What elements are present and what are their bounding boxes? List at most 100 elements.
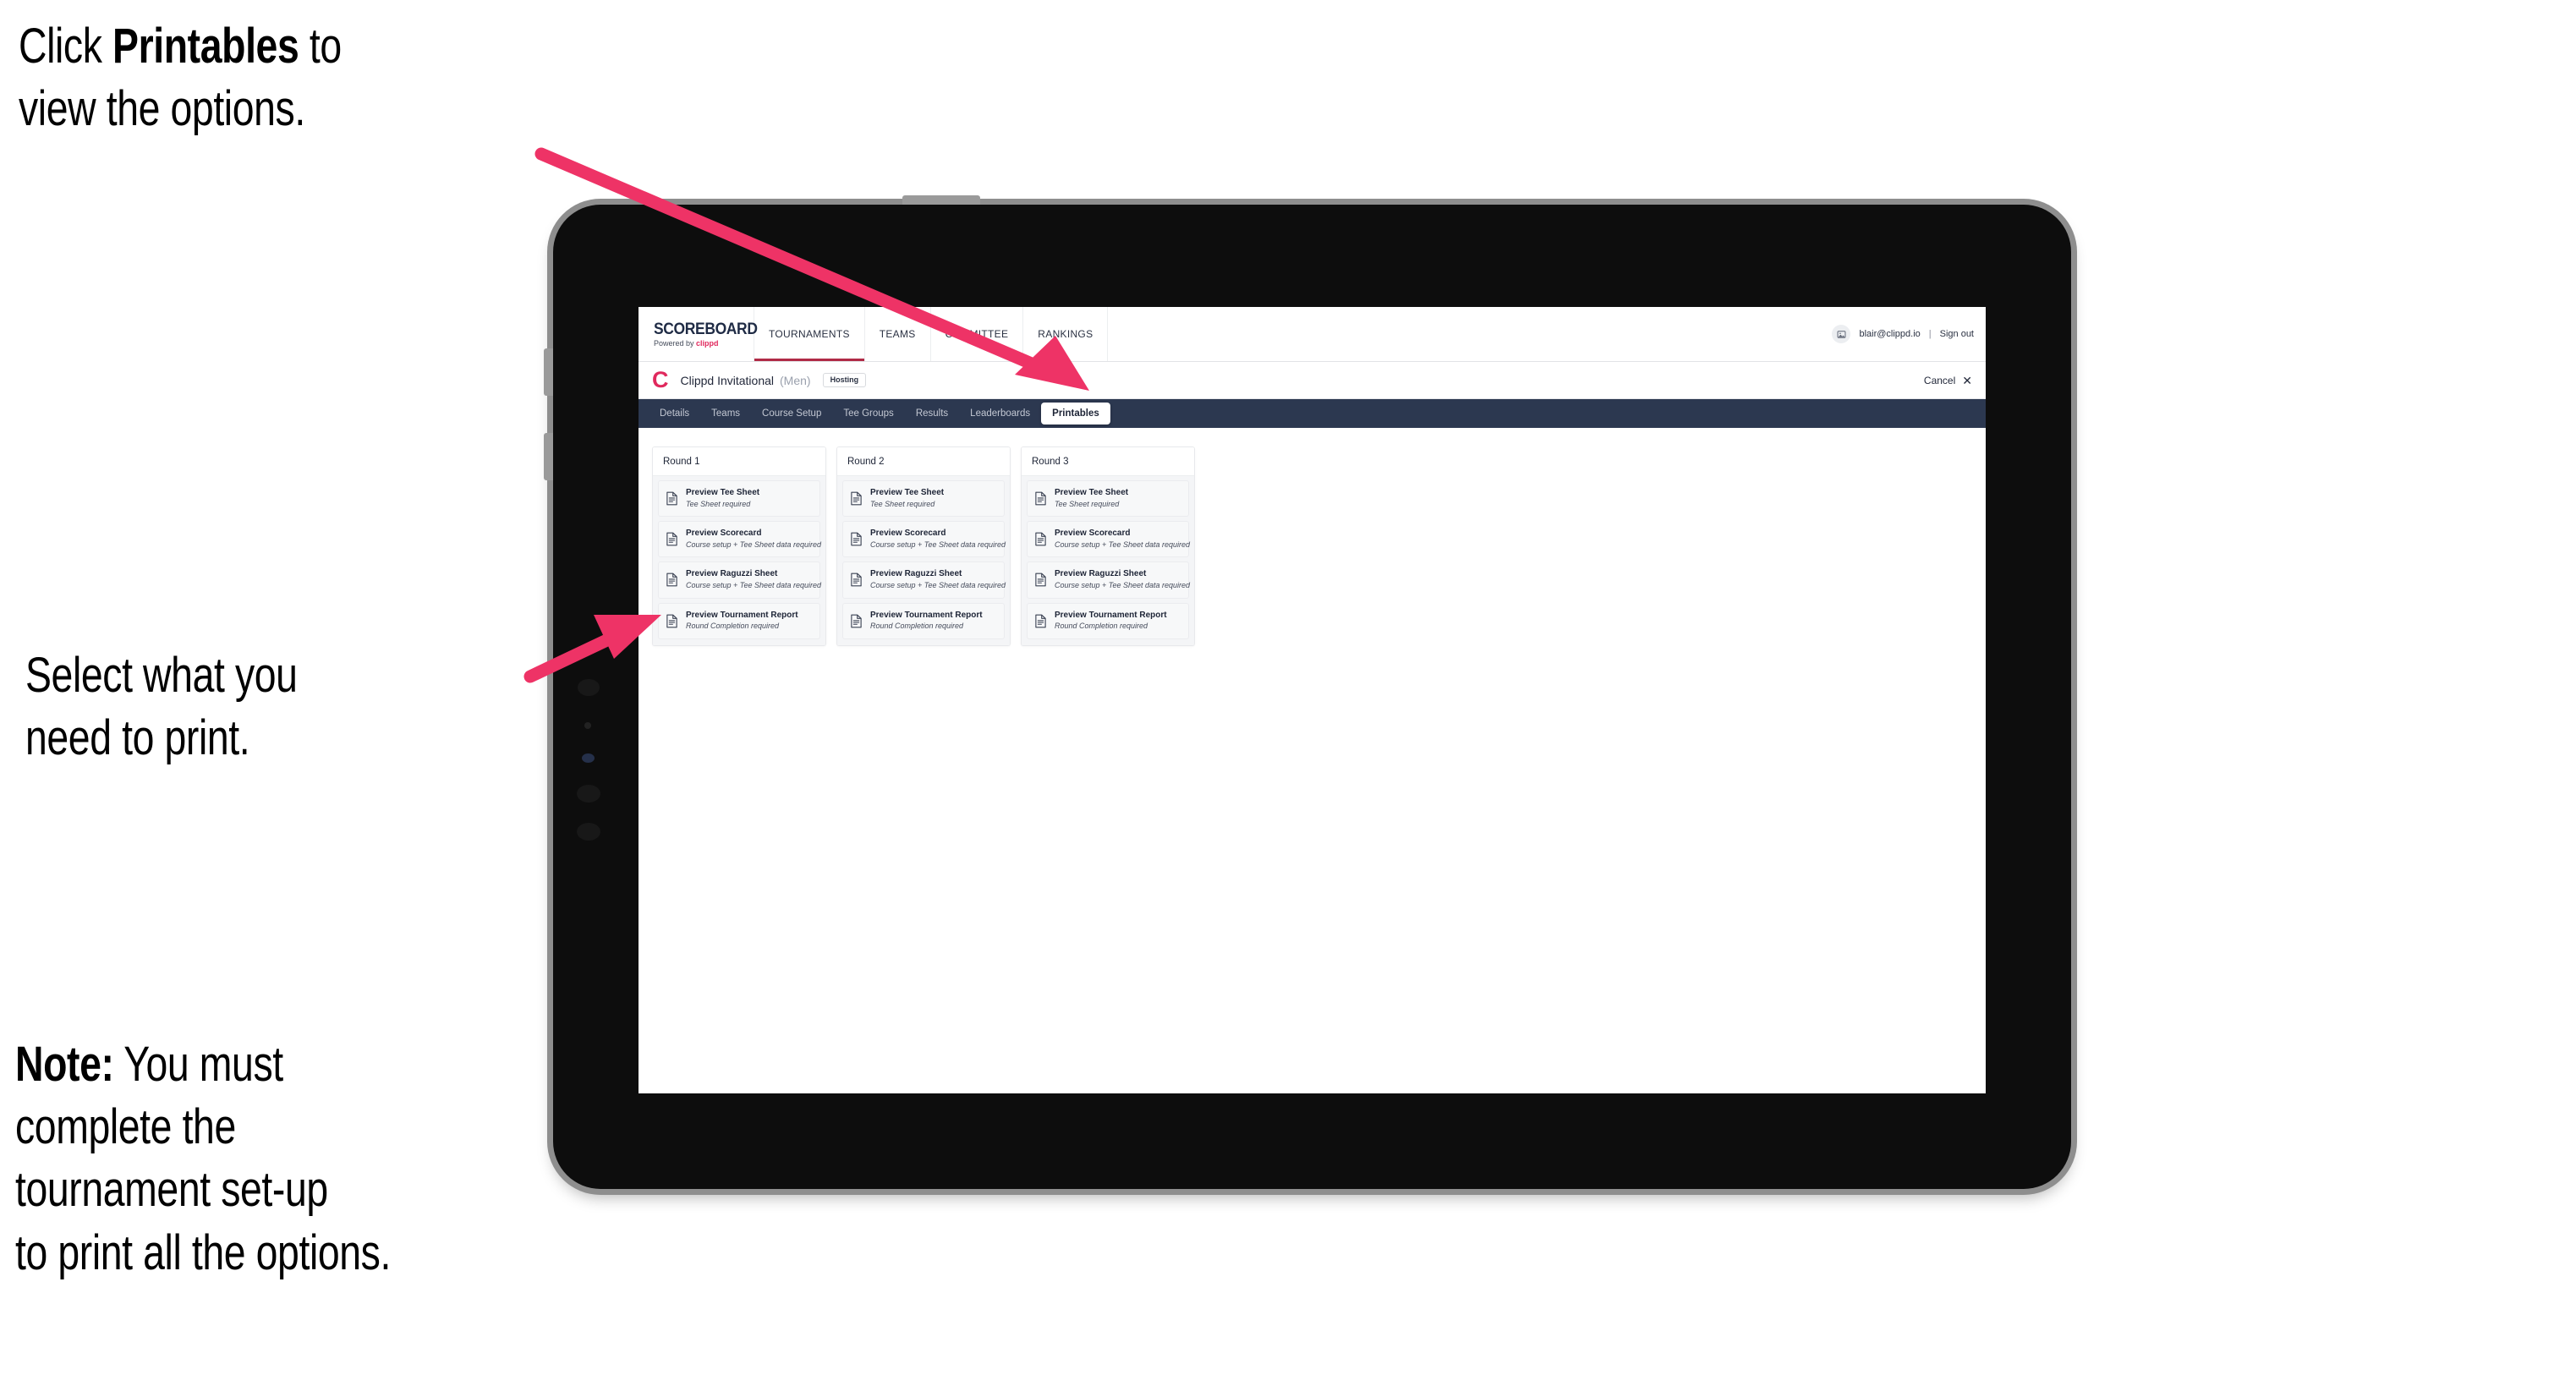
print-item-scorecard[interactable]: Preview Scorecard Course setup + Tee She…: [1027, 521, 1190, 558]
print-item-text: Preview Scorecard Course setup + Tee She…: [1055, 529, 1190, 550]
print-item-text: Preview Tee Sheet Tee Sheet required: [870, 488, 944, 509]
print-item-scorecard[interactable]: Preview Scorecard Course setup + Tee She…: [658, 521, 821, 558]
tab-teams[interactable]: Teams: [700, 403, 751, 425]
device-speaker-hole-top: [578, 679, 600, 696]
print-item-scorecard[interactable]: Preview Scorecard Course setup + Tee She…: [842, 521, 1006, 558]
annotation-note: Note: You must complete the tournament s…: [15, 1033, 391, 1285]
tab-details[interactable]: Details: [649, 403, 700, 425]
tab-results[interactable]: Results: [905, 403, 959, 425]
print-item-title: Preview Raguzzi Sheet: [1055, 569, 1147, 579]
tournament-gender: (Men): [780, 373, 811, 387]
nav-item-teams[interactable]: TEAMS: [865, 307, 931, 361]
print-item-raguzzi-sheet[interactable]: Preview Raguzzi Sheet Course setup + Tee…: [658, 562, 822, 599]
print-item-raguzzi-sheet[interactable]: Preview Raguzzi Sheet Course setup + Tee…: [842, 562, 1006, 599]
device-speaker-hole-middle: [577, 785, 600, 803]
top-navigation-bar: SCOREBOARD Powered by clippd TOURNAMENTS…: [639, 307, 1986, 362]
print-item-tournament-report[interactable]: Preview Tournament Report Round Completi…: [658, 602, 820, 639]
device-top-button[interactable]: [902, 195, 980, 205]
annotation-3-bold: Note:: [15, 1037, 114, 1092]
tab-printables[interactable]: Printables: [1041, 403, 1110, 425]
device-side-button-upper[interactable]: [544, 348, 553, 396]
document-icon: [666, 532, 678, 546]
cancel-label: Cancel: [1923, 374, 1956, 386]
print-item-title: Preview Tee Sheet: [870, 488, 945, 497]
cancel-button[interactable]: Cancel ✕: [1924, 375, 1972, 386]
print-item-tee-sheet[interactable]: Preview Tee Sheet Tee Sheet required: [658, 480, 820, 518]
tab-tee-groups[interactable]: Tee Groups: [832, 403, 904, 425]
print-item-title: Preview Scorecard: [1055, 529, 1131, 539]
tournament-subheader: C Clippd Invitational (Men) Hosting Canc…: [639, 362, 1986, 399]
top-nav-items: TOURNAMENTS TEAMS COMMITTEE RANKINGS: [754, 307, 1109, 361]
document-icon: [850, 532, 863, 546]
round-3-items: Preview Tee Sheet Tee Sheet required Pre…: [1022, 476, 1194, 645]
document-icon: [850, 491, 863, 506]
sign-out-link[interactable]: Sign out: [1940, 329, 1974, 339]
round-1-header: Round 1: [653, 447, 825, 476]
annotation-1-bold: Printables: [112, 19, 299, 74]
account-area: blair@clippd.io | Sign out: [1832, 307, 1986, 361]
device-speaker-hole-bottom: [577, 823, 600, 841]
device-pinhole: [584, 722, 591, 729]
nav-item-committee[interactable]: COMMITTEE: [931, 307, 1024, 361]
round-column-3: Round 3 Preview Tee Sheet Tee Sheet requ…: [1021, 446, 1195, 646]
print-item-tournament-report[interactable]: Preview Tournament Report Round Completi…: [842, 602, 1005, 639]
scoreboard-logo[interactable]: SCOREBOARD Powered by clippd: [639, 307, 758, 361]
print-item-text: Preview Tournament Report Round Completi…: [870, 611, 983, 632]
tablet-device-frame: SCOREBOARD Powered by clippd TOURNAMENTS…: [544, 195, 2071, 1189]
round-3-header: Round 3: [1022, 447, 1194, 476]
hosting-badge: Hosting: [822, 373, 867, 387]
print-item-title: Preview Tournament Report: [870, 610, 983, 620]
document-icon: [1034, 532, 1047, 546]
print-item-raguzzi-sheet[interactable]: Preview Raguzzi Sheet Course setup + Tee…: [1027, 562, 1190, 599]
print-item-text: Preview Scorecard Course setup + Tee She…: [686, 529, 821, 550]
round-2-header: Round 2: [837, 447, 1010, 476]
annotation-click-printables: Click Printables to view the options.: [19, 15, 342, 140]
document-icon: [1034, 614, 1047, 628]
brand-subtitle: Powered by clippd: [654, 338, 745, 348]
print-item-requirement: Tee Sheet required: [686, 499, 751, 508]
document-icon: [666, 572, 678, 587]
device-side-button-lower[interactable]: [544, 433, 553, 480]
round-column-1: Round 1 Preview Tee Sheet Tee Sheet requ…: [652, 446, 826, 646]
tournament-tabs-bar: Details Teams Course Setup Tee Groups Re…: [639, 399, 1986, 428]
print-item-requirement: Course setup + Tee Sheet data required: [1055, 580, 1191, 589]
print-item-title: Preview Scorecard: [870, 529, 946, 539]
print-item-text: Preview Scorecard Course setup + Tee She…: [870, 529, 1006, 550]
print-item-tee-sheet[interactable]: Preview Tee Sheet Tee Sheet required: [1027, 480, 1189, 518]
print-item-requirement: Course setup + Tee Sheet data required: [686, 540, 822, 549]
powered-by-text: Powered by: [654, 338, 697, 348]
document-icon: [850, 614, 863, 628]
print-item-text: Preview Raguzzi Sheet Course setup + Tee…: [1055, 569, 1190, 590]
nav-item-tournaments[interactable]: TOURNAMENTS: [754, 307, 865, 361]
nav-item-rankings[interactable]: RANKINGS: [1023, 307, 1109, 361]
device-camera-icon: [582, 753, 595, 763]
print-item-title: Preview Tee Sheet: [686, 488, 760, 497]
printables-content: Round 1 Preview Tee Sheet Tee Sheet requ…: [639, 428, 1986, 646]
close-icon: ✕: [1962, 373, 1972, 387]
annotation-select-what-to-print: Select what you need to print.: [25, 648, 298, 766]
print-item-text: Preview Tee Sheet Tee Sheet required: [686, 488, 759, 509]
account-separator: |: [1928, 329, 1932, 339]
print-item-text: Preview Tournament Report Round Completi…: [686, 611, 798, 632]
print-item-tournament-report[interactable]: Preview Tournament Report Round Completi…: [1027, 602, 1189, 639]
print-item-tee-sheet[interactable]: Preview Tee Sheet Tee Sheet required: [842, 480, 1005, 518]
print-item-title: Preview Tournament Report: [686, 610, 798, 620]
print-item-requirement: Round Completion required: [686, 622, 780, 631]
annotation-1-prefix: Click: [19, 19, 113, 74]
print-item-requirement: Round Completion required: [1055, 622, 1148, 631]
print-item-requirement: Course setup + Tee Sheet data required: [686, 580, 822, 589]
round-2-items: Preview Tee Sheet Tee Sheet required Pre…: [837, 476, 1010, 645]
document-icon: [1034, 491, 1047, 506]
print-item-title: Preview Raguzzi Sheet: [686, 569, 778, 579]
tab-leaderboards[interactable]: Leaderboards: [959, 403, 1041, 425]
print-item-title: Preview Scorecard: [686, 529, 762, 539]
clippd-c-logo-icon: C: [652, 367, 669, 392]
brand-title: SCOREBOARD: [654, 320, 758, 338]
tab-course-setup[interactable]: Course Setup: [751, 403, 832, 425]
print-item-title: Preview Tournament Report: [1055, 610, 1167, 620]
app-screen: SCOREBOARD Powered by clippd TOURNAMENTS…: [639, 307, 1986, 1093]
user-avatar-icon[interactable]: [1832, 325, 1851, 343]
round-column-2: Round 2 Preview Tee Sheet Tee Sheet requ…: [836, 446, 1011, 646]
user-email-label: blair@clippd.io: [1859, 329, 1921, 339]
print-item-requirement: Round Completion required: [870, 622, 964, 631]
